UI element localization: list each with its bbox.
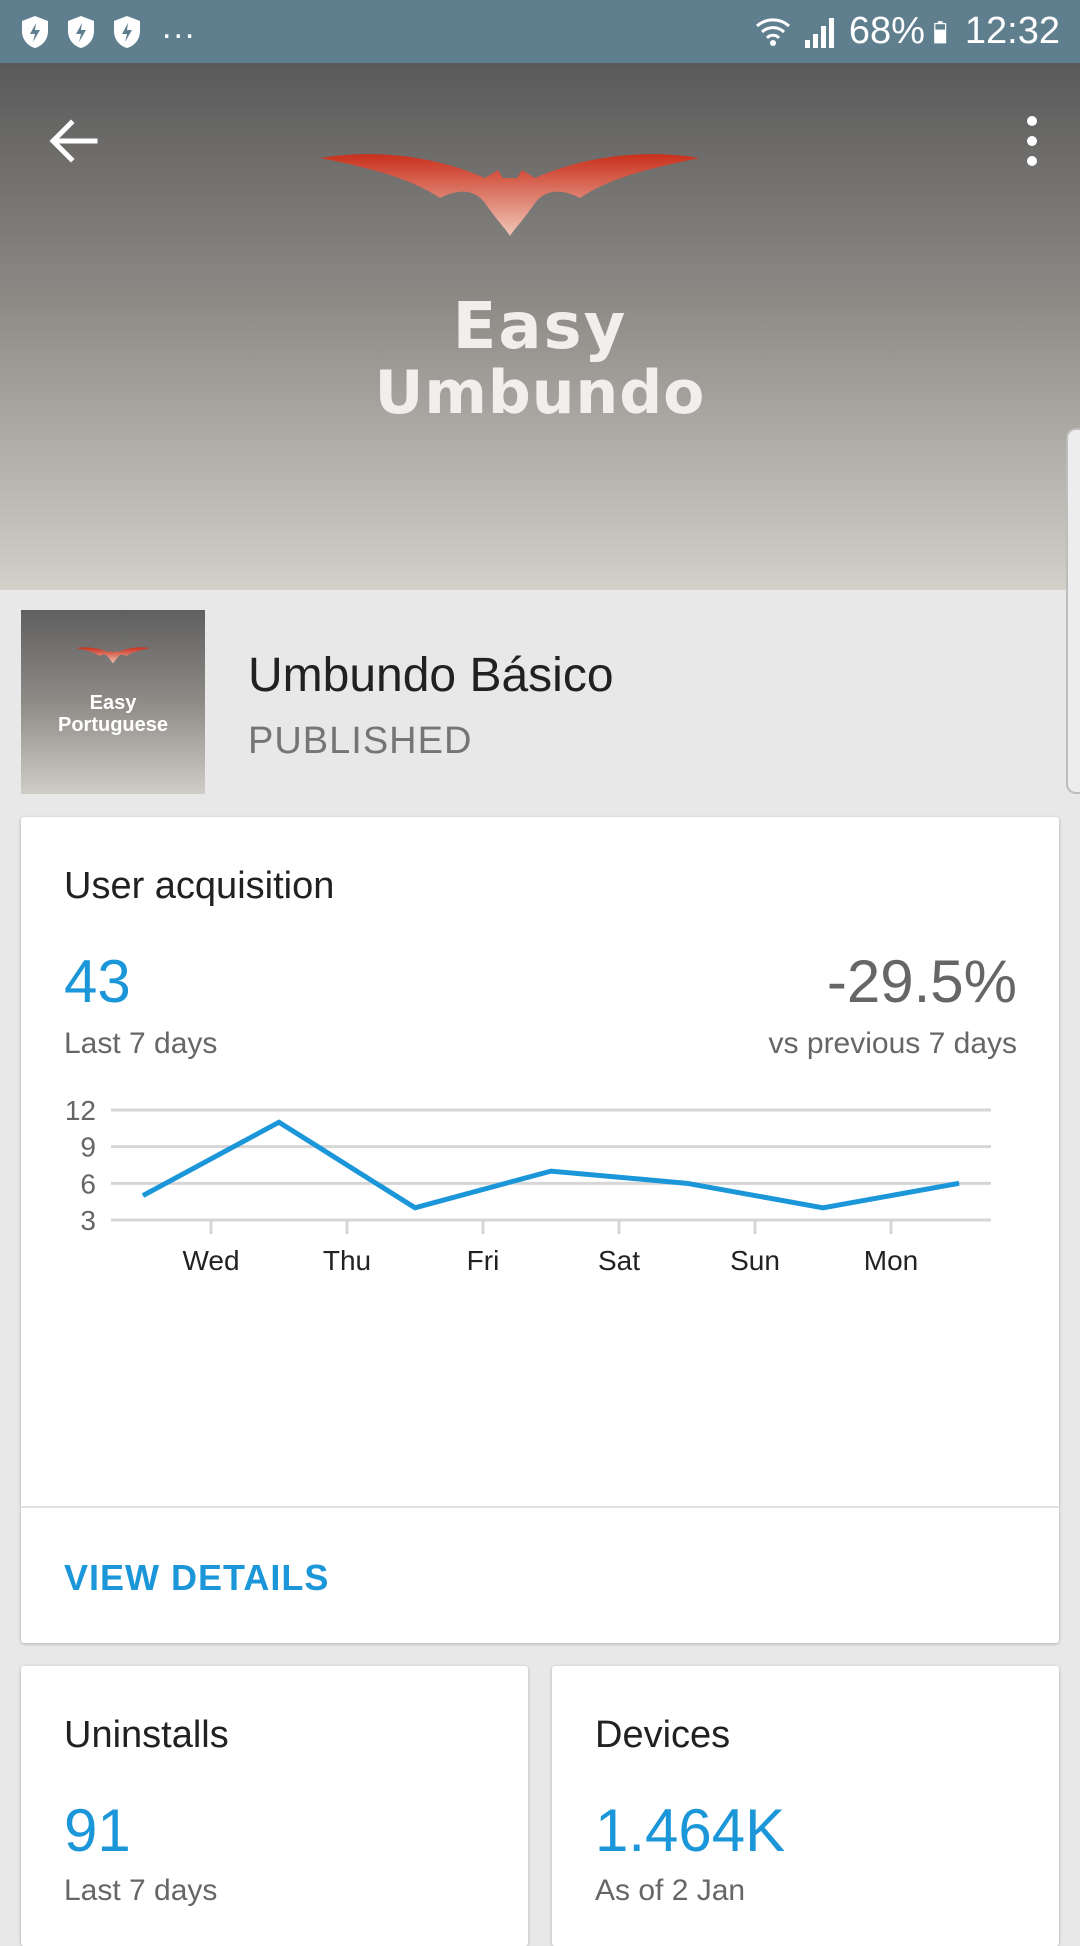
back-arrow-icon[interactable] <box>45 113 101 169</box>
uninstalls-value: 91 <box>64 1797 131 1864</box>
hero-logo-line1: Easy <box>452 290 628 364</box>
status-bar-left: ... <box>20 8 196 51</box>
thumbnail-line2: Portuguese <box>57 714 169 736</box>
battery-percent: 68% <box>848 10 925 52</box>
x-tick-label: Mon <box>864 1245 918 1276</box>
notification-overflow: ... <box>162 8 197 46</box>
hero-banner: Easy Umbundo <box>0 63 1080 590</box>
acquisition-delta: -29.5% <box>826 948 1017 1015</box>
status-bar: ... 68% 12:32 <box>0 0 1080 63</box>
y-tick-label: 9 <box>80 1132 96 1163</box>
card-divider <box>21 1506 1059 1508</box>
view-details-button[interactable]: VIEW DETAILS <box>64 1557 329 1599</box>
card-title: Devices <box>595 1714 731 1756</box>
uninstalls-card[interactable]: Uninstalls 91 Last 7 days <box>21 1666 528 1946</box>
shield-icon <box>22 15 48 48</box>
app-status: PUBLISHED <box>248 720 473 762</box>
y-tick-label: 3 <box>80 1205 96 1236</box>
shield-icon <box>68 15 94 48</box>
data-point <box>414 1207 416 1209</box>
card-title: Uninstalls <box>64 1714 229 1756</box>
x-tick-label: Wed <box>182 1245 239 1276</box>
card-title: User acquisition <box>64 865 335 907</box>
signal-icon <box>804 17 834 48</box>
thumbnail-text: Easy Portuguese <box>21 692 205 736</box>
wifi-icon <box>755 17 790 46</box>
acquisition-delta-label: vs previous 7 days <box>768 1027 1017 1060</box>
bat-logo-icon <box>76 647 150 664</box>
x-tick-label: Thu <box>323 1245 371 1276</box>
data-point <box>142 1195 144 1197</box>
data-point <box>278 1121 280 1123</box>
data-point <box>958 1182 960 1184</box>
shield-icon <box>114 15 140 48</box>
app-name: Umbundo Básico <box>248 649 614 702</box>
app-thumbnail: Easy Portuguese <box>21 610 205 794</box>
devices-card[interactable]: Devices 1.464K As of 2 Jan <box>552 1666 1059 1946</box>
bat-logo-icon <box>320 154 700 236</box>
user-acquisition-card: User acquisition 43 Last 7 days -29.5% v… <box>21 817 1059 1643</box>
uninstalls-period: Last 7 days <box>64 1874 218 1907</box>
series-line <box>141 1119 960 1211</box>
thumbnail-line1: Easy <box>89 692 137 714</box>
hero-logo-line2: Umbundo <box>374 358 706 428</box>
devices-date: As of 2 Jan <box>595 1874 746 1907</box>
y-tick-label: 12 <box>65 1095 96 1126</box>
data-point <box>822 1207 824 1209</box>
status-bar-right: 68% 12:32 <box>745 10 1060 53</box>
devices-value: 1.464K <box>595 1797 786 1864</box>
clock: 12:32 <box>964 10 1060 52</box>
acquisition-period: Last 7 days <box>64 1027 218 1060</box>
acquisition-line-chart: 3 6 9 12 Wed Thu Fri Sat Sun Mon <box>65 1095 991 1276</box>
acquisition-value: 43 <box>64 948 131 1015</box>
data-point <box>550 1170 552 1172</box>
x-tick-label: Sat <box>598 1245 640 1276</box>
x-tick-label: Fri <box>467 1245 500 1276</box>
battery-icon <box>934 20 947 43</box>
x-tick-label: Sun <box>730 1245 780 1276</box>
more-vert-icon[interactable] <box>1012 111 1052 171</box>
data-point <box>686 1182 688 1184</box>
edge-panel-handle[interactable] <box>1066 428 1080 794</box>
y-tick-label: 6 <box>80 1168 96 1199</box>
